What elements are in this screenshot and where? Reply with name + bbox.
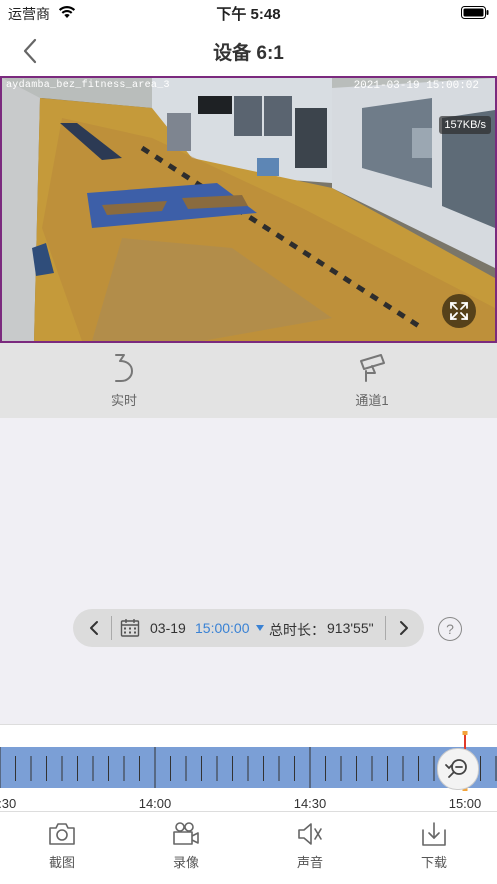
mode-bar: 实时 通道1	[0, 343, 497, 418]
camera-icon	[360, 354, 385, 382]
zoom-out-icon	[445, 759, 467, 778]
playback-timeline[interactable]: 13:3014:0014:3015:0015:3016:0016:30	[0, 724, 497, 812]
playback-start-time[interactable]: 15:00:00	[195, 620, 250, 636]
page-title: 设备 6:1	[213, 43, 284, 64]
download-label: 下载	[420, 855, 447, 870]
separator	[111, 616, 112, 640]
channel-label: 通道1	[355, 393, 389, 408]
help-button[interactable]: ?	[438, 617, 462, 641]
fullscreen-icon	[450, 302, 468, 320]
time-tick-label: 15:00	[449, 796, 482, 811]
status-time: 下午 5:48	[216, 6, 281, 23]
record-label: 录像	[172, 855, 199, 870]
time-tick-label: 14:00	[139, 796, 172, 811]
video-frame	[2, 78, 495, 341]
bitrate-badge: 157KB/s	[439, 116, 491, 134]
screenshot-label: 截图	[48, 855, 75, 870]
separator	[385, 616, 386, 640]
time-tick-label: 14:30	[294, 796, 327, 811]
bottom-toolbar: 截图 录像 声音 下载	[0, 811, 497, 884]
video-osd-camera-name: aydamba_bez_fitness_area_3	[6, 80, 170, 91]
sound-label: 声音	[296, 855, 323, 870]
previous-button[interactable]	[81, 615, 107, 641]
live-mode-label: 实时	[110, 393, 137, 408]
download-button[interactable]: 下载	[372, 812, 496, 884]
live-mode-button[interactable]: 实时	[0, 343, 248, 418]
speaker-mute-icon	[298, 823, 322, 845]
caret-down-icon[interactable]	[256, 625, 264, 631]
calendar-icon[interactable]	[120, 618, 140, 638]
video-record-icon	[173, 822, 199, 845]
playback-time-selector: 03-19 15:00:00 总时长： 913'55"	[73, 609, 424, 647]
time-tick-label: 13:30	[0, 796, 16, 811]
fullscreen-button[interactable]	[442, 294, 476, 328]
video-player[interactable]: aydamba_bez_fitness_area_3 2021-03-19 15…	[0, 76, 497, 343]
chevron-right-icon	[400, 621, 408, 635]
total-duration-value: 913'55"	[327, 620, 374, 636]
navigation-bar: 设备 6:1	[0, 26, 497, 76]
chevron-left-icon	[90, 621, 98, 635]
next-button[interactable]	[391, 615, 417, 641]
screenshot-button[interactable]: 截图	[0, 812, 124, 884]
download-icon	[422, 822, 446, 846]
sound-button[interactable]: 声音	[248, 812, 372, 884]
record-button[interactable]: 录像	[124, 812, 248, 884]
camera-snapshot-icon	[49, 823, 75, 845]
replay-icon	[115, 354, 133, 382]
playhead-top-cap	[462, 731, 468, 735]
timeline-ruler[interactable]: 13:3014:0014:3015:0015:3016:0016:30	[0, 725, 497, 812]
status-bar: 运营商 下午 5:48	[0, 0, 497, 26]
zoom-out-button[interactable]	[437, 748, 479, 790]
channel-select-button[interactable]: 通道1	[248, 343, 496, 418]
playback-date[interactable]: 03-19	[150, 620, 186, 636]
video-osd-timestamp: 2021-03-19 15:00:02	[353, 80, 479, 92]
battery-icon	[461, 6, 489, 19]
total-duration-label: 总时长：	[269, 622, 325, 638]
